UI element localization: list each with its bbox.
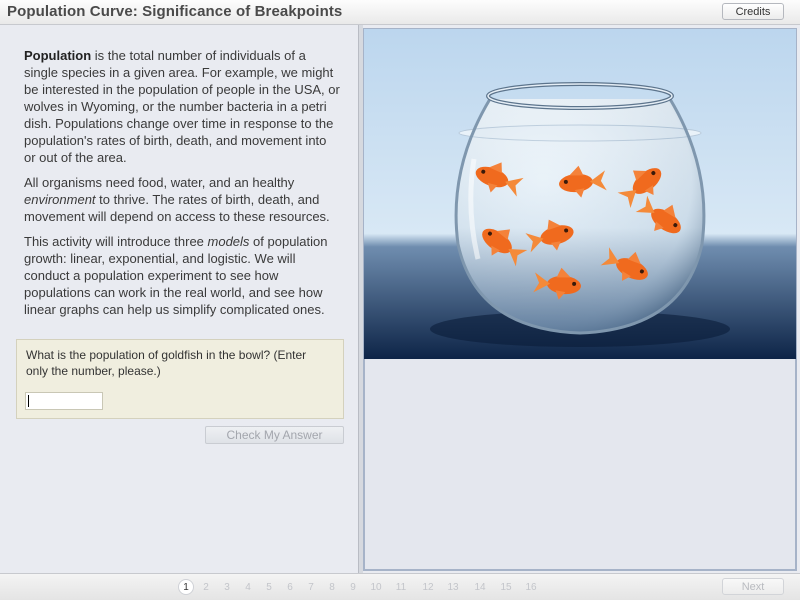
paragraph-population: Population is the total number of indivi… [24, 48, 340, 165]
page-4[interactable]: 4 [240, 579, 256, 595]
paragraph-models: This activity will introduce three model… [24, 234, 328, 317]
term-population: Population [24, 48, 92, 63]
page-15[interactable]: 15 [498, 579, 514, 595]
page-16[interactable]: 16 [523, 579, 539, 595]
term-models: models [207, 234, 250, 249]
page-11[interactable]: 11 [393, 579, 409, 595]
page-1[interactable]: 1 [178, 579, 194, 595]
intro-text: Population is the total number of indivi… [24, 47, 340, 326]
page-5[interactable]: 5 [261, 579, 277, 595]
bottom-bar: 1 2 3 4 5 6 7 8 9 10 11 12 13 14 15 16 Next [0, 573, 800, 600]
check-answer-button[interactable]: Check My Answer [205, 426, 344, 444]
page-13[interactable]: 13 [445, 579, 461, 595]
page-7[interactable]: 7 [303, 579, 319, 595]
page-8[interactable]: 8 [324, 579, 340, 595]
page-10[interactable]: 10 [368, 579, 384, 595]
page-14[interactable]: 14 [472, 579, 488, 595]
credits-button[interactable]: Credits [722, 3, 784, 20]
top-bar: Population Curve: Significance of Breakp… [0, 0, 800, 25]
paragraph-environment: All organisms need food, water, and an h… [24, 175, 330, 224]
page-2[interactable]: 2 [198, 579, 214, 595]
page-6[interactable]: 6 [282, 579, 298, 595]
left-pane: Population is the total number of indivi… [0, 25, 359, 573]
answer-input[interactable] [25, 392, 103, 410]
page-12[interactable]: 12 [420, 579, 436, 595]
term-environment: environment [24, 192, 96, 207]
page-9[interactable]: 9 [345, 579, 361, 595]
app-title: Population Curve: Significance of Breakp… [7, 3, 343, 20]
next-button[interactable]: Next [722, 578, 784, 595]
text-caret [28, 395, 29, 407]
page-3[interactable]: 3 [219, 579, 235, 595]
question-text: What is the population of goldfish in th… [26, 348, 307, 378]
goldfish-bowl-image [364, 29, 796, 359]
